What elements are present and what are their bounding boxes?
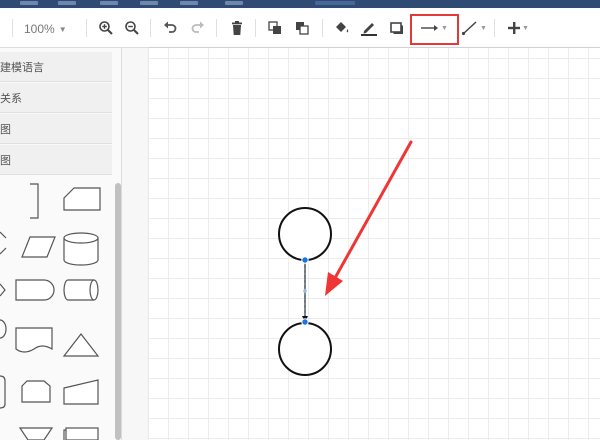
circle-shape-top[interactable] bbox=[278, 207, 332, 261]
zoom-in-button[interactable] bbox=[94, 16, 118, 40]
sidebar-category[interactable]: 图 bbox=[0, 114, 112, 144]
menu-item[interactable] bbox=[225, 1, 243, 5]
shadow-button[interactable] bbox=[385, 16, 409, 40]
toolbar-divider bbox=[216, 19, 217, 37]
circle-shape-bottom[interactable] bbox=[278, 322, 332, 376]
toolbar-divider bbox=[255, 19, 256, 37]
annotation-arrow bbox=[333, 140, 413, 280]
shape-horizontal-cylinder[interactable] bbox=[63, 279, 99, 301]
menu-item[interactable] bbox=[315, 1, 355, 5]
to-front-icon bbox=[268, 21, 281, 34]
toolbar-divider bbox=[12, 19, 13, 37]
shape-manual-operation[interactable] bbox=[18, 427, 54, 440]
sidebar-category-label: 图 bbox=[0, 154, 11, 167]
shape-delay[interactable] bbox=[15, 279, 55, 301]
paint-bucket-icon bbox=[336, 22, 349, 33]
shape-partial[interactable] bbox=[0, 319, 7, 339]
toolbar-divider bbox=[494, 19, 495, 37]
sidebar-category-label: 关系 bbox=[0, 92, 22, 105]
sidebar-category[interactable]: 建模语言 bbox=[0, 52, 112, 82]
connector-handle-start[interactable] bbox=[301, 256, 309, 264]
shape-manual-input[interactable] bbox=[63, 379, 99, 405]
highlight-box bbox=[410, 14, 459, 45]
to-back-button[interactable] bbox=[290, 16, 314, 40]
diagram-canvas[interactable] bbox=[122, 48, 600, 440]
waypoints-button[interactable]: ▼ bbox=[459, 16, 489, 40]
zoom-in-icon bbox=[99, 21, 113, 35]
zoom-value: 100% bbox=[24, 22, 55, 36]
toolbar-divider bbox=[150, 19, 151, 37]
toolbar-divider bbox=[322, 19, 323, 37]
to-back-icon bbox=[296, 22, 309, 35]
chevron-down-icon: ▼ bbox=[58, 24, 67, 34]
fill-color-button[interactable] bbox=[330, 16, 354, 40]
menu-item[interactable] bbox=[20, 1, 38, 5]
sidebar-category[interactable]: 关系 bbox=[0, 83, 112, 113]
to-front-button[interactable] bbox=[263, 16, 287, 40]
diagram-layer bbox=[278, 140, 413, 376]
plus-icon bbox=[508, 22, 521, 34]
sidebar-category[interactable]: 图 bbox=[0, 145, 112, 175]
shape-card[interactable] bbox=[63, 187, 101, 211]
shape-loop-limit[interactable] bbox=[21, 380, 51, 403]
connector-midpoint-handle[interactable] bbox=[303, 289, 307, 293]
undo-button[interactable] bbox=[158, 16, 182, 40]
shape-sidebar: 建模语言 关系 图 图 bbox=[0, 48, 122, 440]
zoom-out-icon bbox=[125, 21, 139, 35]
toolbar: 100% ▼ ▼ ▼ ▼ bbox=[0, 8, 600, 48]
redo-icon bbox=[191, 21, 204, 33]
sidebar-category-label: 建模语言 bbox=[0, 61, 44, 74]
toolbar-divider bbox=[86, 19, 87, 37]
shape-bracket[interactable] bbox=[30, 183, 39, 219]
chevron-down-icon: ▼ bbox=[522, 24, 529, 32]
menu-item[interactable] bbox=[58, 1, 76, 5]
shape-partial[interactable] bbox=[0, 283, 6, 297]
delete-button[interactable] bbox=[225, 16, 249, 40]
shadow-icon bbox=[390, 22, 403, 34]
connector-handle-end[interactable] bbox=[301, 318, 309, 326]
insert-button[interactable]: ▼ bbox=[503, 16, 533, 40]
waypoint-line-icon bbox=[461, 21, 477, 36]
chevron-down-icon: ▼ bbox=[480, 24, 487, 32]
shape-partial[interactable] bbox=[0, 375, 6, 409]
redo-button[interactable] bbox=[186, 16, 210, 40]
menu-item[interactable] bbox=[180, 1, 198, 5]
pencil-icon bbox=[361, 23, 377, 36]
menu-bar bbox=[0, 0, 600, 8]
menu-item[interactable] bbox=[100, 1, 118, 5]
shape-document[interactable] bbox=[15, 327, 53, 353]
sidebar-scrollbar[interactable] bbox=[115, 183, 121, 440]
annotation-arrowhead bbox=[325, 272, 343, 296]
trash-icon bbox=[232, 21, 242, 35]
shape-triangle[interactable] bbox=[62, 333, 100, 357]
zoom-out-button[interactable] bbox=[120, 16, 144, 40]
shape-partial[interactable] bbox=[0, 231, 7, 239]
line-color-button[interactable] bbox=[357, 16, 381, 40]
sidebar-category-label: 图 bbox=[0, 123, 11, 136]
menu-item[interactable] bbox=[140, 1, 158, 5]
undo-icon bbox=[164, 21, 177, 33]
zoom-select[interactable]: 100% ▼ bbox=[24, 20, 76, 38]
shape-parallelogram[interactable] bbox=[21, 236, 56, 258]
